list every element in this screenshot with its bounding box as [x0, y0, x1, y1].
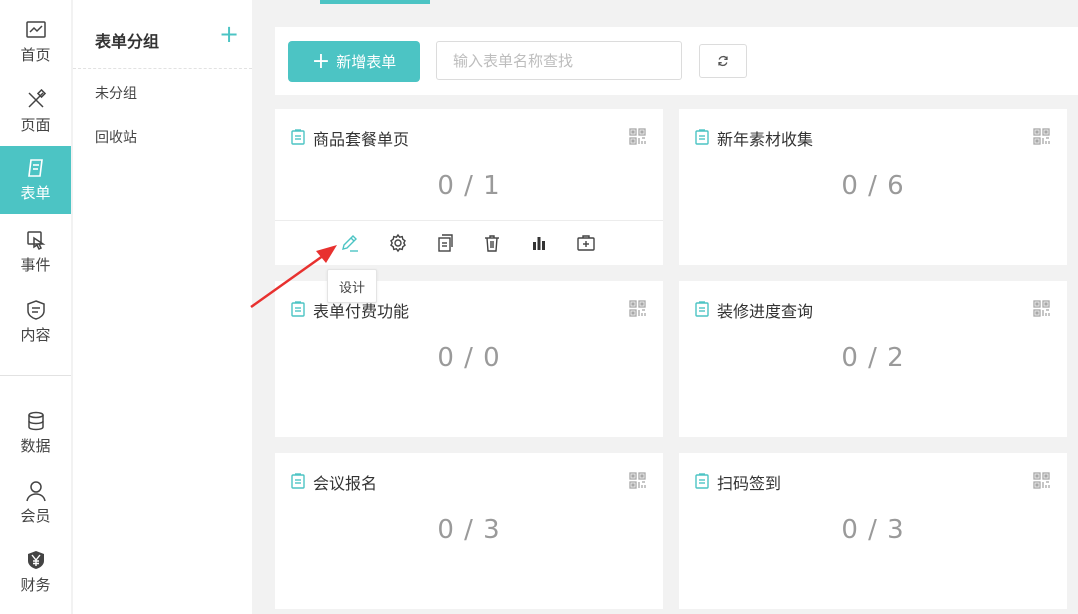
- groups-header: 表单分组 +: [73, 0, 252, 69]
- form-card[interactable]: 装修进度查询 0 / 2: [679, 281, 1067, 437]
- active-tab-indicator: [320, 0, 430, 4]
- yen-icon: [27, 551, 44, 569]
- annotation-arrow: [250, 245, 337, 309]
- design-tools-icon: [27, 89, 46, 108]
- groups-title: 表单分组: [95, 32, 160, 51]
- nav-label: 页面: [20, 116, 51, 134]
- form-card-count: 0 / 2: [841, 343, 905, 373]
- form-card-title: 新年素材收集: [717, 130, 814, 149]
- qr-code-icon[interactable]: [629, 128, 646, 145]
- nav-item-home[interactable]: 首页: [0, 8, 71, 76]
- form-card-title: 商品套餐单页: [313, 130, 410, 149]
- nav-item-data[interactable]: 数据: [0, 399, 71, 467]
- group-item-ungrouped[interactable]: 未分组: [95, 83, 137, 103]
- form-card-count: 0 / 6: [841, 171, 905, 201]
- form-card-title: 扫码签到: [717, 474, 782, 493]
- nav-item-finance[interactable]: 财务: [0, 538, 71, 606]
- bar-chart-icon: [533, 237, 545, 250]
- form-card-title: 装修进度查询: [717, 302, 814, 321]
- main-nav: 首页 页面 表单 事件 内容 数据 会员 财务: [0, 0, 71, 614]
- copy-button[interactable]: [435, 233, 455, 253]
- document-icon: [695, 301, 709, 317]
- document-icon: [695, 473, 709, 489]
- form-card-title: 会议报名: [313, 474, 378, 493]
- qr-code-icon[interactable]: [629, 472, 646, 489]
- user-icon: [25, 481, 46, 502]
- chart-icon: [25, 21, 46, 38]
- nav-label: 财务: [20, 576, 51, 594]
- form-icon: [27, 159, 43, 177]
- form-search-input[interactable]: [436, 41, 682, 80]
- form-card-count: 0 / 1: [437, 171, 501, 201]
- nav-item-members[interactable]: 会员: [0, 469, 71, 537]
- plus-icon: +: [311, 48, 331, 74]
- document-icon: [291, 473, 305, 489]
- nav-label: 内容: [20, 326, 51, 344]
- add-form-label: 新增表单: [336, 53, 397, 71]
- nav-label: 首页: [20, 46, 51, 64]
- qr-code-icon[interactable]: [629, 300, 646, 317]
- gear-icon: [390, 233, 406, 253]
- form-card[interactable]: 会议报名 0 / 3: [275, 453, 663, 609]
- qr-code-icon[interactable]: [1033, 128, 1050, 145]
- form-card-count: 0 / 3: [437, 515, 501, 545]
- form-card[interactable]: 扫码签到 0 / 3: [679, 453, 1067, 609]
- content-shield-icon: [26, 300, 45, 320]
- add-group-button[interactable]: +: [219, 22, 239, 46]
- nav-label: 表单: [20, 184, 51, 202]
- nav-item-pages[interactable]: 页面: [0, 78, 71, 146]
- nav-label: 数据: [20, 437, 51, 455]
- statistics-button[interactable]: [529, 233, 549, 253]
- form-card[interactable]: 新年素材收集 0 / 6: [679, 109, 1067, 265]
- nav-item-events[interactable]: 事件: [0, 218, 71, 286]
- nav-item-forms[interactable]: 表单: [0, 146, 71, 214]
- delete-button[interactable]: [482, 233, 502, 253]
- nav-label: 会员: [20, 507, 51, 525]
- nav-divider: [0, 375, 71, 376]
- form-groups-panel: 表单分组 + 未分组 回收站: [73, 0, 252, 614]
- nav-item-content[interactable]: 内容: [0, 288, 71, 356]
- settings-button[interactable]: [388, 233, 408, 253]
- group-item-recycle-bin[interactable]: 回收站: [95, 127, 137, 147]
- trash-icon: [485, 235, 499, 252]
- document-icon: [695, 129, 709, 145]
- refresh-icon: [718, 55, 728, 67]
- qr-code-icon[interactable]: [1033, 472, 1050, 489]
- document-icon: [291, 129, 305, 145]
- add-form-button[interactable]: + 新增表单: [288, 41, 420, 82]
- toolbar: + 新增表单: [275, 27, 1078, 95]
- form-card-count: 0 / 0: [437, 343, 501, 373]
- briefcase-plus-icon: [577, 235, 595, 251]
- copy-icon: [438, 234, 453, 252]
- database-icon: [27, 411, 44, 431]
- qr-code-icon[interactable]: [1033, 300, 1050, 317]
- add-to-toolbox-button[interactable]: [576, 233, 596, 253]
- form-card-count: 0 / 3: [841, 515, 905, 545]
- touch-icon: [26, 231, 45, 251]
- nav-label: 事件: [20, 256, 51, 274]
- refresh-button[interactable]: [699, 44, 747, 78]
